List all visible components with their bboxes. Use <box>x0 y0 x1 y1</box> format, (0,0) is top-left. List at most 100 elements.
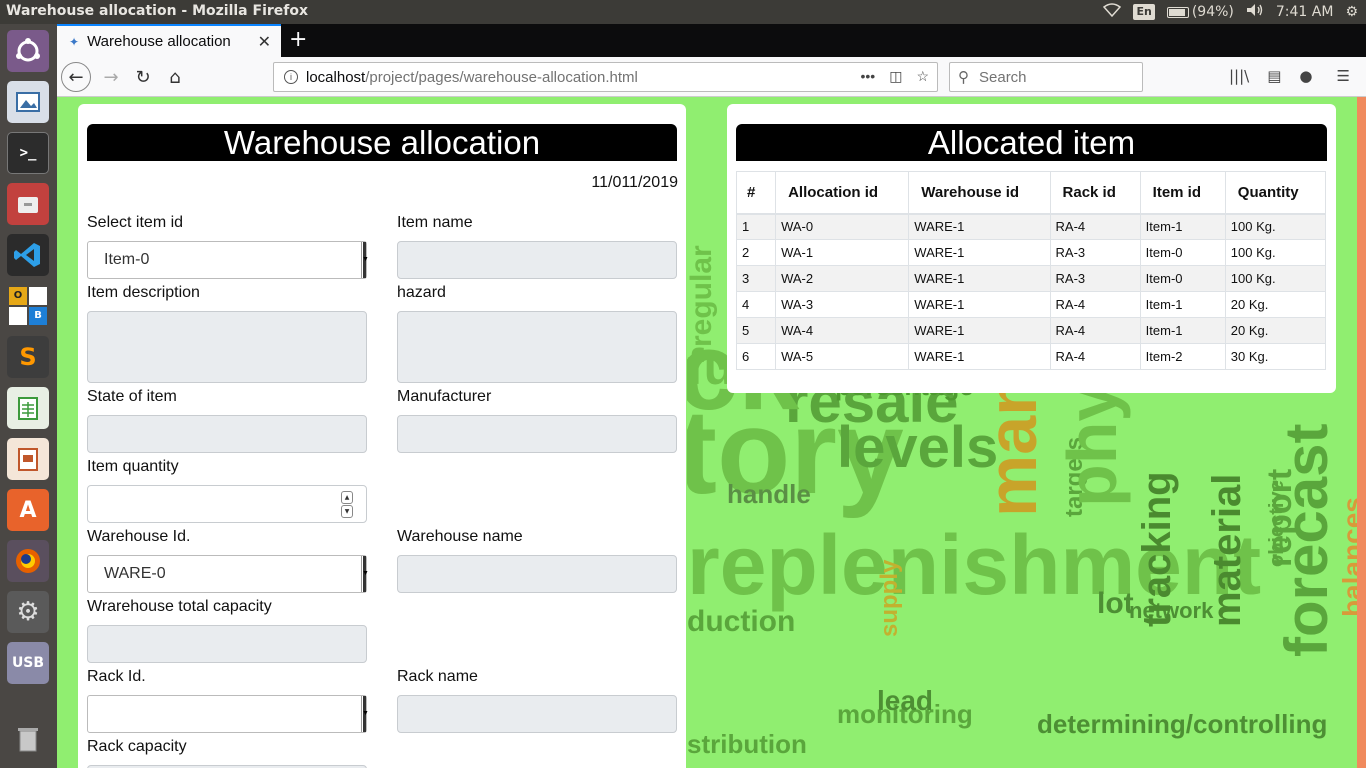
window-title: Warehouse allocation - Mozilla Firefox <box>6 3 309 19</box>
system-top-bar: Warehouse allocation - Mozilla Firefox E… <box>0 0 1366 24</box>
home-icon[interactable]: ⌂ <box>161 63 189 91</box>
account-icon[interactable]: ● <box>1299 67 1312 85</box>
warehouse-allocation-form: Warehouse allocation 11/011/2019 Select … <box>78 104 686 768</box>
table-cell: 100 Kg. <box>1224 239 1327 266</box>
back-arrow-icon[interactable]: ← <box>61 62 91 92</box>
new-tab-plus-icon[interactable]: + <box>289 27 307 52</box>
quantity-label: Item quantity <box>87 458 179 475</box>
presentation-icon[interactable] <box>7 438 49 480</box>
warehouse-id-label: Warehouse Id. <box>87 528 191 545</box>
table-cell: WARE-1 <box>908 239 1051 266</box>
firefox-icon[interactable] <box>7 540 49 582</box>
warehouse-name-field[interactable] <box>397 555 677 593</box>
ubuntu-icon[interactable] <box>7 30 49 72</box>
tab-warehouse-allocation[interactable]: ✦ Warehouse allocation ✕ <box>57 24 281 57</box>
reload-icon[interactable]: ↻ <box>129 63 157 91</box>
warehouse-id-dropdown[interactable]: WARE-0 ▼ <box>87 555 369 593</box>
table-cell: WARE-1 <box>908 317 1051 344</box>
trash-icon[interactable] <box>7 717 49 759</box>
warehouse-capacity-field[interactable] <box>87 625 367 663</box>
usb-icon[interactable]: USB <box>7 642 49 684</box>
clock[interactable]: 7:41 AM <box>1276 4 1334 20</box>
tab-strip: ✦ Warehouse allocation ✕ + <box>57 24 1366 57</box>
software-center-icon[interactable]: A <box>7 489 49 531</box>
word-cloud-word: handle <box>727 479 811 509</box>
vscode-icon[interactable] <box>7 234 49 276</box>
url-bar[interactable]: i localhost/project/pages/warehouse-allo… <box>273 62 938 92</box>
forward-arrow-icon[interactable]: → <box>97 63 125 91</box>
table-row: 3 WA-2 WARE-1 RA-3 Item-0 100 Kg. <box>735 265 1327 292</box>
sidebar-icon[interactable]: ▤ <box>1267 67 1281 85</box>
select-item-dropdown[interactable]: Item-0 ▼ <box>87 241 369 279</box>
warehouse-capacity-label: Wrarehouse total capacity <box>87 598 272 615</box>
warehouse-id-value: WARE-0 <box>104 565 166 582</box>
table-cell: 30 Kg. <box>1224 343 1327 370</box>
firefox-window: ✦ Warehouse allocation ✕ + ← → ↻ ⌂ i loc… <box>57 24 1366 768</box>
table-cell: 3 <box>735 265 777 292</box>
table-cell: WA-0 <box>775 213 910 240</box>
url-host: localhost <box>306 68 366 86</box>
tab-close-icon[interactable]: ✕ <box>258 32 271 51</box>
column-header: Rack id <box>1049 171 1141 215</box>
wifi-icon[interactable] <box>1103 3 1122 21</box>
table-cell: WARE-1 <box>908 213 1051 240</box>
hazard-field[interactable] <box>397 311 677 383</box>
sublime-icon[interactable]: S <box>7 336 49 378</box>
rack-name-field[interactable] <box>397 695 677 733</box>
table-cell: 6 <box>735 343 777 370</box>
rack-name-label: Rack name <box>397 668 478 685</box>
column-header: Warehouse id <box>908 171 1051 215</box>
terminal-icon[interactable]: >_ <box>7 132 49 174</box>
table-cell: WARE-1 <box>908 291 1051 318</box>
url-path: /project/pages/warehouse-allocation.html <box>365 68 638 86</box>
state-field[interactable] <box>87 415 367 453</box>
table-cell: 1 <box>735 213 777 240</box>
item-name-label: Item name <box>397 214 473 231</box>
office-icon[interactable]: O B <box>7 285 49 327</box>
column-header: Item id <box>1139 171 1226 215</box>
files-icon[interactable] <box>7 183 49 225</box>
table-cell: Item-1 <box>1139 291 1226 318</box>
item-name-field[interactable] <box>397 241 677 279</box>
table-cell: WARE-1 <box>908 265 1051 292</box>
word-cloud-word: lot <box>1097 587 1134 620</box>
page-actions-ellipsis-icon[interactable]: ••• <box>860 68 875 85</box>
table-cell: 100 Kg. <box>1224 213 1327 240</box>
table-cell: WA-5 <box>775 343 910 370</box>
volume-icon[interactable] <box>1246 3 1264 21</box>
tab-label: Warehouse allocation <box>87 33 231 50</box>
pocket-icon[interactable]: ◫ <box>889 68 902 85</box>
image-viewer-icon[interactable] <box>7 81 49 123</box>
table-row: 1 WA-0 WARE-1 RA-4 Item-1 100 Kg. <box>735 213 1327 240</box>
spreadsheet-icon[interactable] <box>7 387 49 429</box>
allocated-items-table: # Allocation id Warehouse id Rack id Item id… <box>735 171 1327 370</box>
settings-icon[interactable]: ⚙ <box>7 591 49 633</box>
manufacturer-field[interactable] <box>397 415 677 453</box>
table-cell: RA-4 <box>1049 317 1141 344</box>
library-icon[interactable]: |||\ <box>1229 67 1249 85</box>
stepper-buttons[interactable]: ▲ ▼ <box>341 491 353 518</box>
hamburger-menu-icon[interactable]: ☰ <box>1337 67 1350 85</box>
power-gear-icon[interactable]: ⚙ <box>1345 4 1358 20</box>
column-header: # <box>735 171 777 215</box>
form-date: 11/011/2019 <box>591 174 678 191</box>
table-cell: Item-0 <box>1139 265 1226 292</box>
search-placeholder: Search <box>979 68 1027 86</box>
stepper-up-icon[interactable]: ▲ <box>341 491 353 504</box>
item-description-field[interactable] <box>87 311 367 383</box>
state-label: State of item <box>87 388 177 405</box>
battery-icon <box>1166 6 1189 18</box>
search-bar[interactable]: ⚲ Search <box>949 62 1143 92</box>
word-cloud-word: lead <box>877 685 934 716</box>
table-cell: 100 Kg. <box>1224 265 1327 292</box>
table-cell: 20 Kg. <box>1224 317 1327 344</box>
table-cell: Item-0 <box>1139 239 1226 266</box>
keyboard-layout-indicator[interactable]: En <box>1133 4 1155 20</box>
bookmark-star-icon[interactable]: ☆ <box>916 68 929 85</box>
rack-id-dropdown[interactable]: ▼ <box>87 695 369 733</box>
quantity-stepper[interactable]: ▲ ▼ <box>87 485 367 523</box>
battery-indicator[interactable]: (94%) <box>1166 4 1234 20</box>
site-info-icon[interactable]: i <box>284 70 298 84</box>
page-right-edge-strip <box>1357 97 1366 768</box>
stepper-down-icon[interactable]: ▼ <box>341 505 353 518</box>
